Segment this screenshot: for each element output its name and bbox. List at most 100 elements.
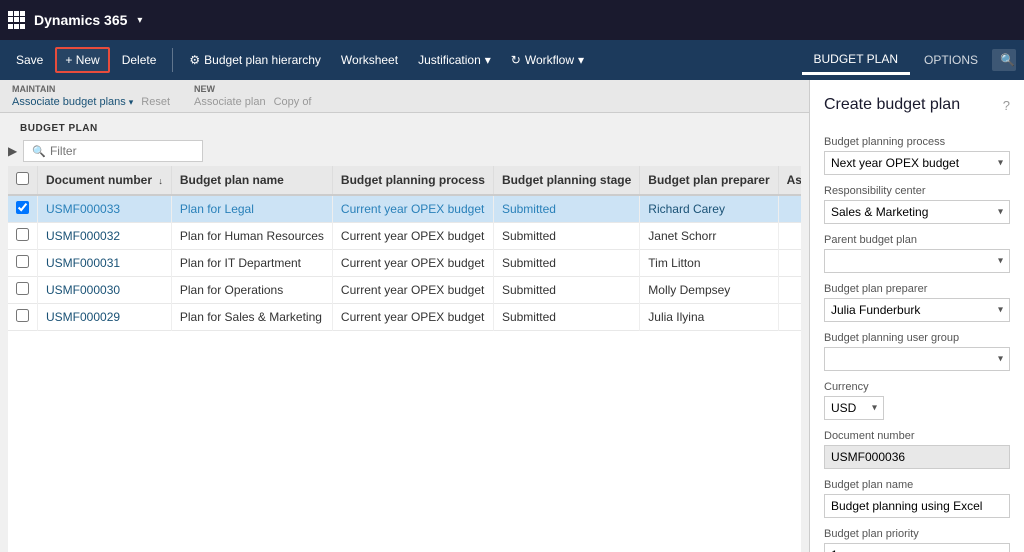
top-nav-bar: Dynamics 365 ▾ (0, 0, 1024, 40)
workflow-button[interactable]: ↻ Workflow ▾ (503, 49, 592, 71)
worksheet-button[interactable]: Worksheet (333, 49, 406, 71)
budget-plan-preparer-select[interactable]: Julia Funderburk (825, 299, 1009, 321)
budget-planning-process-cell: Current year OPEX budget (332, 223, 493, 250)
table-row: USMF000029Plan for Sales & MarketingCurr… (8, 304, 801, 331)
budget-plan-name-cell: Plan for Human Resources (171, 223, 332, 250)
budget-plan-preparer-cell: Richard Carey (640, 195, 778, 223)
document-number-cell[interactable]: USMF000033 (38, 195, 172, 223)
copy-of-button[interactable]: Copy of (274, 96, 312, 108)
action-bar: MAINTAIN Associate budget plans ▾ Reset … (0, 80, 809, 113)
separator-1 (172, 48, 173, 72)
budget-plan-preparer-select-wrapper[interactable]: Julia Funderburk (824, 298, 1010, 322)
col-budget-plan-preparer[interactable]: Budget plan preparer (640, 166, 778, 195)
col-assigned-to[interactable]: Assigned to (778, 166, 801, 195)
field-document-number: Document number (824, 430, 1010, 469)
filter-input-wrapper: 🔍 (23, 140, 203, 162)
grid-icon[interactable] (8, 11, 26, 29)
budget-hierarchy-button[interactable]: ⚙ Budget plan hierarchy (181, 49, 329, 71)
right-panel: Create budget plan ? Budget planning pro… (809, 80, 1024, 552)
document-number-input[interactable] (824, 445, 1010, 469)
col-document-number[interactable]: Document number ↓ (38, 166, 172, 195)
budget-plan-priority-select[interactable]: 1 (825, 544, 1009, 552)
panel-title: Create budget plan (824, 96, 960, 122)
associate-plan-button[interactable]: Associate plan (194, 96, 266, 108)
assigned-to-cell (778, 250, 801, 277)
workflow-icon: ↻ (511, 53, 521, 67)
select-all-checkbox[interactable] (16, 172, 29, 185)
section-container: BUDGET PLAN ▶ 🔍 (0, 113, 809, 166)
budget-planning-user-group-label: Budget planning user group (824, 332, 1010, 344)
tab-options[interactable]: OPTIONS (912, 47, 990, 73)
new-button[interactable]: + New (55, 47, 109, 73)
budget-plan-name-cell: Plan for Sales & Marketing (171, 304, 332, 331)
document-number-cell[interactable]: USMF000031 (38, 250, 172, 277)
toolbar: Save + New Delete ⚙ Budget plan hierarch… (0, 40, 1024, 80)
parent-budget-plan-label: Parent budget plan (824, 234, 1010, 246)
main-area: MAINTAIN Associate budget plans ▾ Reset … (0, 80, 1024, 552)
parent-budget-plan-select[interactable] (825, 250, 1009, 272)
assigned-to-cell (778, 277, 801, 304)
row-checkbox[interactable] (16, 309, 29, 322)
justification-chevron-icon: ▾ (485, 53, 491, 67)
document-number-cell[interactable]: USMF000029 (38, 304, 172, 331)
reset-button[interactable]: Reset (141, 96, 170, 108)
table-row: USMF000030Plan for OperationsCurrent yea… (8, 277, 801, 304)
maintain-label: MAINTAIN (12, 84, 170, 94)
budget-plan-name-input[interactable] (824, 494, 1010, 518)
document-number-cell[interactable]: USMF000030 (38, 277, 172, 304)
col-budget-planning-process[interactable]: Budget planning process (332, 166, 493, 195)
budget-planning-stage-cell: Submitted (493, 250, 639, 277)
budget-planning-process-cell: Current year OPEX budget (332, 250, 493, 277)
document-number-cell[interactable]: USMF000032 (38, 223, 172, 250)
budget-plan-preparer-cell: Janet Schorr (640, 223, 778, 250)
responsibility-center-select[interactable]: Sales & Marketing (825, 201, 1009, 223)
budget-planning-user-group-select-wrapper[interactable] (824, 347, 1010, 371)
table-row: USMF000031Plan for IT DepartmentCurrent … (8, 250, 801, 277)
field-budget-planning-user-group: Budget planning user group (824, 332, 1010, 371)
budget-planning-stage-cell: Submitted (493, 223, 639, 250)
search-button[interactable]: 🔍 (992, 49, 1016, 71)
currency-select[interactable]: USD (825, 397, 883, 419)
app-title: Dynamics 365 (34, 12, 127, 28)
budget-plan-priority-label: Budget plan priority (824, 528, 1010, 540)
row-checkbox[interactable] (16, 228, 29, 241)
budget-plan-priority-select-wrapper[interactable]: 1 (824, 543, 1010, 552)
new-group: NEW Associate plan Copy of (194, 84, 311, 108)
budget-planning-stage-cell: Submitted (493, 304, 639, 331)
tab-budget-plan[interactable]: BUDGET PLAN (802, 46, 910, 75)
table-row: USMF000032Plan for Human ResourcesCurren… (8, 223, 801, 250)
budget-planning-process-cell: Current year OPEX budget (332, 195, 493, 223)
document-number-label: Document number (824, 430, 1010, 442)
filter-left-icon: ▶ (8, 144, 17, 158)
budget-planning-process-cell: Current year OPEX budget (332, 304, 493, 331)
budget-planning-user-group-select[interactable] (825, 348, 1009, 370)
field-budget-plan-preparer: Budget plan preparer Julia Funderburk (824, 283, 1010, 322)
help-icon[interactable]: ? (1003, 98, 1010, 113)
budget-plan-name-cell: Plan for Legal (171, 195, 332, 223)
budget-plan-name-cell: Plan for Operations (171, 277, 332, 304)
row-checkbox[interactable] (16, 255, 29, 268)
search-icon: 🔍 (32, 145, 46, 158)
app-chevron[interactable]: ▾ (137, 15, 142, 26)
row-checkbox[interactable] (16, 201, 29, 214)
budget-planning-process-select[interactable]: Next year OPEX budget (825, 152, 1009, 174)
budget-planning-stage-cell: Submitted (493, 195, 639, 223)
save-button[interactable]: Save (8, 49, 51, 71)
col-budget-plan-name[interactable]: Budget plan name (171, 166, 332, 195)
budget-plan-name-label: Budget plan name (824, 479, 1010, 491)
justification-button[interactable]: Justification ▾ (410, 49, 499, 71)
responsibility-center-select-wrapper[interactable]: Sales & Marketing (824, 200, 1010, 224)
currency-select-wrapper[interactable]: USD (824, 396, 884, 420)
field-responsibility-center: Responsibility center Sales & Marketing (824, 185, 1010, 224)
budget-planning-process-select-wrapper[interactable]: Next year OPEX budget (824, 151, 1010, 175)
col-budget-planning-stage[interactable]: Budget planning stage (493, 166, 639, 195)
row-checkbox[interactable] (16, 282, 29, 295)
parent-budget-plan-select-wrapper[interactable] (824, 249, 1010, 273)
budget-planning-process-cell: Current year OPEX budget (332, 277, 493, 304)
workflow-chevron-icon: ▾ (578, 53, 584, 67)
delete-button[interactable]: Delete (114, 49, 165, 71)
filter-input[interactable] (50, 144, 190, 158)
field-budget-plan-priority: Budget plan priority 1 (824, 528, 1010, 552)
budget-plan-preparer-cell: Molly Dempsey (640, 277, 778, 304)
associate-budget-plans-button[interactable]: Associate budget plans ▾ (12, 96, 133, 108)
